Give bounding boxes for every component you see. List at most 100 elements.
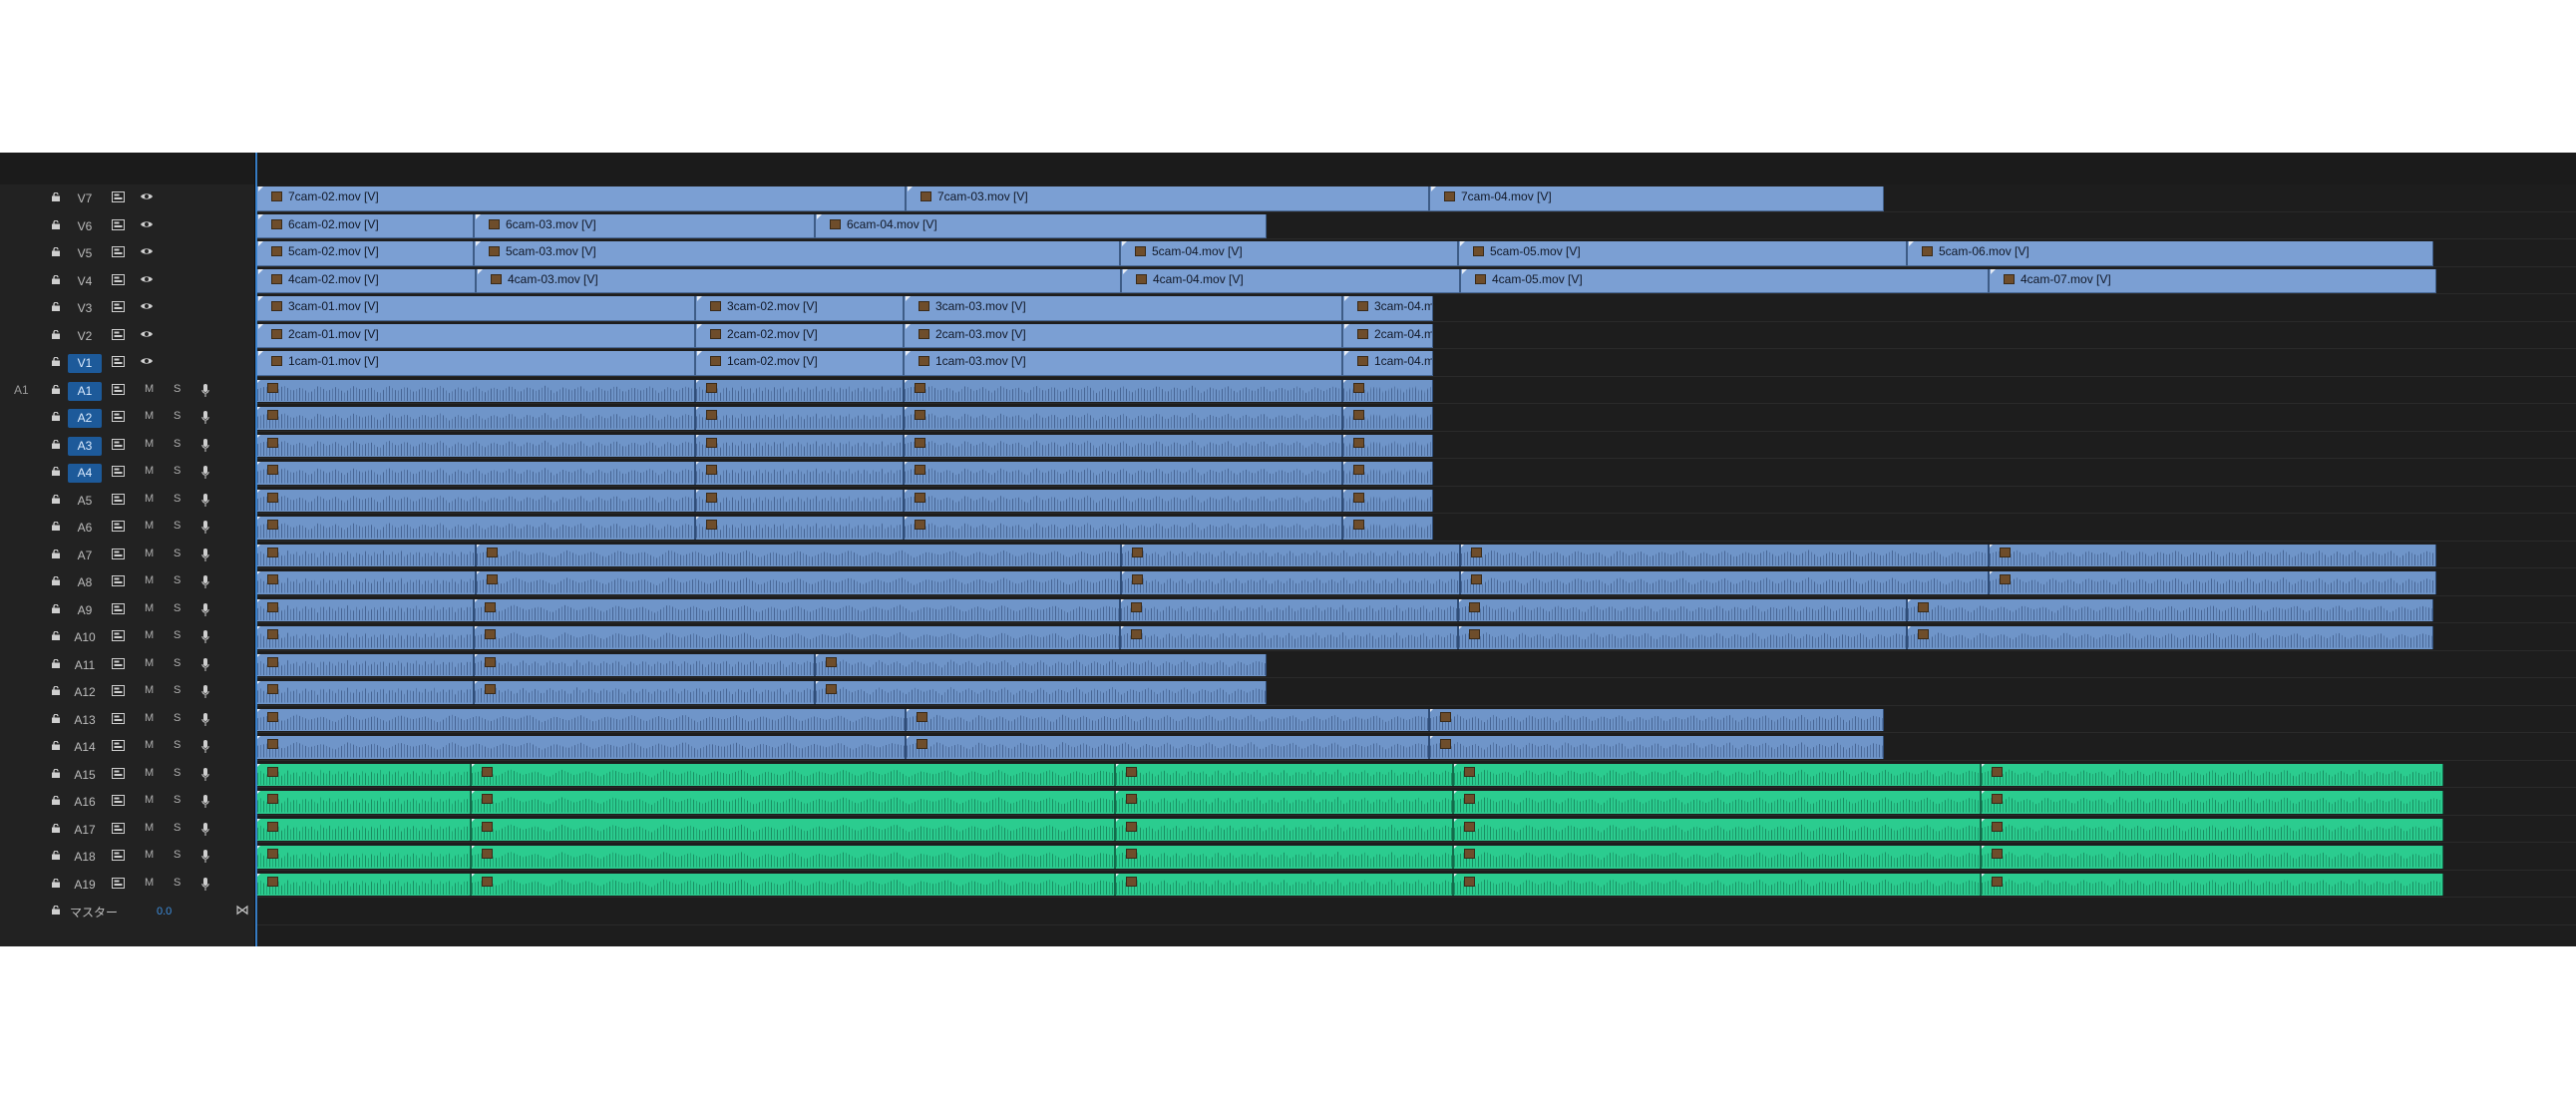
lock-icon[interactable] [51,878,61,888]
mute-button[interactable]: M [145,410,154,422]
audio-clip[interactable] [471,791,1115,814]
sync-lock-icon[interactable] [111,850,125,864]
audio-clip[interactable] [695,379,904,402]
lock-icon[interactable] [51,603,61,613]
sync-lock-icon[interactable] [111,657,125,672]
lock-icon[interactable] [51,357,61,366]
lock-icon[interactable] [51,412,61,421]
sync-lock-icon[interactable] [111,301,125,315]
video-clip[interactable]: 5cam-02.mov [V] [256,241,474,266]
audio-clip[interactable] [1458,626,1907,649]
video-clip[interactable]: 7cam-04.mov [V] [1429,186,1884,211]
audio-clip[interactable] [256,598,474,621]
mic-icon[interactable] [201,548,209,562]
video-clip[interactable]: 5cam-06.mov [V] [1907,241,2433,266]
audio-clip[interactable] [256,681,474,704]
audio-clip[interactable] [474,653,815,676]
mute-button[interactable]: M [145,383,154,395]
video-clip[interactable]: 1cam-01.mov [V] [256,351,695,376]
solo-button[interactable]: S [174,383,181,395]
audio-clip[interactable] [1453,873,1981,896]
lock-icon[interactable] [51,522,61,531]
audio-clip[interactable] [1120,598,1458,621]
lock-icon[interactable] [51,576,61,585]
audio-clip[interactable] [256,379,695,402]
video-clip[interactable]: 5cam-03.mov [V] [474,241,1120,266]
mute-button[interactable]: M [145,822,154,834]
track-target-a18[interactable]: A18 [68,848,102,867]
lock-icon[interactable] [51,329,61,339]
track-target-a2[interactable]: A2 [68,409,102,428]
audio-clip[interactable] [256,763,471,786]
video-clip[interactable]: 2cam-01.mov [V] [256,323,695,348]
solo-button[interactable]: S [174,548,181,559]
track-target-a13[interactable]: A13 [68,711,102,730]
audio-clip[interactable] [695,434,904,457]
audio-clip[interactable] [256,434,695,457]
audio-clip[interactable] [1115,818,1453,841]
eye-icon[interactable] [140,246,154,259]
audio-clip[interactable] [1907,626,2433,649]
audio-clip[interactable] [1981,763,2443,786]
audio-clip[interactable] [471,873,1115,896]
solo-button[interactable]: S [174,684,181,696]
sync-lock-icon[interactable] [111,822,125,837]
sync-lock-icon[interactable] [111,575,125,589]
audio-clip[interactable] [1342,517,1433,540]
solo-button[interactable]: S [174,493,181,505]
track-target-a3[interactable]: A3 [68,436,102,456]
sync-lock-icon[interactable] [111,712,125,727]
sync-lock-icon[interactable] [111,685,125,699]
track-target-v2[interactable]: V2 [68,327,102,346]
lock-icon[interactable] [51,274,61,284]
solo-button[interactable]: S [174,739,181,751]
video-clip[interactable]: 3cam-01.mov [V] [256,296,695,321]
lock-icon[interactable] [51,741,61,750]
audio-clip[interactable] [1981,846,2443,869]
solo-button[interactable]: S [174,520,181,532]
playhead[interactable] [255,153,257,946]
audio-clip[interactable] [1342,379,1433,402]
audio-clip[interactable] [695,517,904,540]
video-clip[interactable]: 1cam-04.m [1342,351,1433,376]
audio-clip[interactable] [906,736,1429,759]
audio-clip[interactable] [476,544,1121,566]
audio-clip[interactable] [256,708,906,731]
audio-clip[interactable] [695,407,904,430]
lock-icon[interactable] [51,439,61,449]
mic-icon[interactable] [201,657,209,672]
audio-clip[interactable] [904,462,1342,485]
track-target-v3[interactable]: V3 [68,299,102,318]
sync-lock-icon[interactable] [111,795,125,809]
sync-lock-icon[interactable] [111,466,125,480]
video-clip[interactable]: 6cam-03.mov [V] [474,213,815,238]
audio-clip[interactable] [1115,791,1453,814]
mute-button[interactable]: M [145,712,154,724]
solo-button[interactable]: S [174,712,181,724]
audio-clip[interactable] [256,626,474,649]
sync-lock-icon[interactable] [111,191,125,205]
lock-icon[interactable] [51,549,61,558]
audio-clip[interactable] [1989,571,2436,594]
mic-icon[interactable] [201,575,209,589]
lock-icon[interactable] [51,192,61,201]
audio-clip[interactable] [1458,598,1907,621]
track-target-a8[interactable]: A8 [68,573,102,592]
audio-clip[interactable] [474,598,1120,621]
mic-icon[interactable] [201,877,209,892]
solo-button[interactable]: S [174,629,181,641]
lock-icon[interactable] [51,384,61,394]
audio-clip[interactable] [256,873,471,896]
mic-icon[interactable] [201,466,209,480]
mute-button[interactable]: M [145,493,154,505]
audio-clip[interactable] [1453,818,1981,841]
audio-clip[interactable] [1120,626,1458,649]
audio-clip[interactable] [904,517,1342,540]
mute-button[interactable]: M [145,438,154,450]
sync-lock-icon[interactable] [111,602,125,617]
mic-icon[interactable] [201,712,209,727]
track-target-a7[interactable]: A7 [68,547,102,565]
solo-button[interactable]: S [174,849,181,861]
track-target-a17[interactable]: A17 [68,821,102,840]
audio-clip[interactable] [1981,818,2443,841]
